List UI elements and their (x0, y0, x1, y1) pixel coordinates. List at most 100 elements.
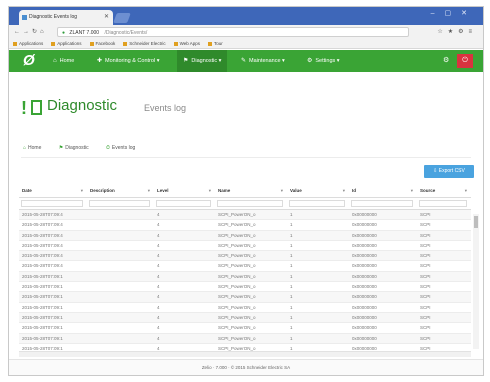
cell-name: SCPI_PowerON_o (218, 232, 256, 238)
cell-date: 2015-05-28T07:09:4 (22, 253, 63, 259)
cell-description (87, 292, 154, 301)
table-row[interactable]: 2015-05-28T07:09:1 4 SCPI_PowerON_o 1 0x0000… (19, 312, 471, 324)
window-controls[interactable]: –▢✕ (431, 9, 477, 17)
table-row[interactable]: 2015-05-28T07:09:4 4 SCPI_PowerON_o 1 0x0000… (19, 261, 471, 272)
table-row[interactable]: 2015-05-28T07:09:4 4 SCPI_PowerON_o 1 0x0000… (19, 220, 471, 231)
document-icon (31, 100, 42, 115)
column-header-source[interactable]: Source ▾ (417, 185, 471, 197)
cell-value: 1 (290, 325, 293, 331)
cell-date: 2015-05-28T07:09:4 (22, 232, 63, 238)
cell-name: SCPI_PowerON_o (218, 273, 256, 279)
app-logo[interactable]: Ø (23, 53, 35, 69)
wrench-icon: ✎ (241, 58, 247, 64)
bookmark-item[interactable]: Facebook (89, 41, 115, 46)
bookmark-item[interactable]: Tour (208, 41, 223, 46)
nav-item-home[interactable]: ⌂ Home (53, 50, 74, 72)
sort-caret-icon[interactable]: ▾ (411, 185, 413, 197)
column-header-id[interactable]: Id ▾ (349, 185, 417, 197)
bookmark-item[interactable]: Applications (13, 41, 43, 46)
table-row[interactable]: 2015-05-28T07:09:1 4 SCPI_PowerON_o 1 0x0000… (19, 323, 471, 334)
table-row[interactable]: 2015-05-28T07:09:4 4 SCPI_PowerON_o 1 0x0000… (19, 210, 471, 221)
filter-input-description[interactable] (89, 200, 150, 207)
column-header-description[interactable]: Description ▾ (87, 185, 154, 197)
cell-id: 0x00000000 (352, 273, 377, 279)
filter-input-value[interactable] (289, 200, 345, 207)
nav-item-monitoring[interactable]: ✚ Monitoring & Control ▾ (97, 50, 159, 72)
power-icon[interactable]: ⏻ (457, 54, 473, 68)
cell-value: 1 (290, 284, 293, 290)
column-header-level[interactable]: Level ▾ (154, 185, 215, 197)
cell-description (87, 261, 154, 270)
nav-item-settings[interactable]: ⚙ Settings ▾ (307, 50, 340, 72)
browser-tab[interactable]: Diagnostic Events log ✕ (19, 10, 113, 25)
breadcrumb-diagnostic[interactable]: ⚑ Diagnostic (59, 145, 97, 151)
address-bar[interactable]: ● ZLANT 7.000 /Diagnostic/Events/ (57, 27, 409, 37)
cell-source: SCPI (420, 335, 431, 341)
sort-caret-icon[interactable]: ▾ (343, 185, 345, 197)
new-tab-button[interactable] (113, 13, 131, 23)
bookmark-item[interactable]: Schneider Electric (123, 41, 166, 46)
table-row[interactable]: 2015-05-28T07:09:4 4 SCPI_PowerON_o 1 0x0000… (19, 251, 471, 262)
nav-item-maintenance[interactable]: ✎ Maintenance ▾ (241, 50, 285, 72)
cell-date: 2015-05-28T07:09:1 (22, 304, 63, 310)
nav-buttons[interactable]: ←→↻⌂ (14, 25, 47, 39)
cell-level: 4 (157, 242, 160, 248)
folder-icon (51, 41, 56, 46)
table-row[interactable]: 2015-05-28T07:09:1 4 SCPI_PowerON_o 1 0x0000… (19, 271, 471, 283)
cell-value: 1 (290, 253, 293, 259)
table-row[interactable]: 2015-05-28T07:09:1 4 SCPI_PowerON_o 1 0x0000… (19, 303, 471, 313)
cell-id: 0x00000000 (352, 294, 377, 300)
column-header-date[interactable]: Date ▾ (19, 185, 87, 197)
sort-caret-icon[interactable]: ▾ (148, 185, 150, 197)
cell-level: 4 (157, 222, 160, 228)
cell-name: SCPI_PowerON_o (218, 242, 256, 248)
cell-source: SCPI (420, 222, 431, 228)
cell-name: SCPI_PowerON_o (218, 212, 256, 217)
column-header-value[interactable]: Value ▾ (287, 185, 349, 197)
cell-source: SCPI (420, 304, 431, 310)
cell-source: SCPI (420, 284, 431, 290)
vertical-scrollbar[interactable] (473, 214, 479, 349)
scrollbar-thumb[interactable] (474, 216, 478, 228)
filter-input-name[interactable] (217, 200, 283, 207)
cell-id: 0x00000000 (352, 314, 377, 320)
close-tab-icon[interactable]: ✕ (104, 10, 109, 25)
cell-source: SCPI (420, 232, 431, 238)
cell-value: 1 (290, 304, 293, 310)
sort-caret-icon[interactable]: ▾ (81, 185, 83, 197)
folder-icon (123, 41, 128, 46)
table-row[interactable]: 2015-05-28T07:09:1 4 SCPI_PowerON_o 1 0x0000… (19, 282, 471, 293)
breadcrumb-events-log[interactable]: ⏱ Events log (106, 145, 143, 151)
cell-value: 1 (290, 212, 293, 217)
filter-input-source[interactable] (419, 200, 467, 207)
table-filter-row (19, 198, 471, 210)
cell-name: SCPI_PowerON_o (218, 335, 256, 341)
gear-icon[interactable]: ⚙ (443, 50, 449, 72)
flag-icon: ⚑ (58, 145, 64, 151)
breadcrumb-home[interactable]: ⌂ Home (23, 145, 49, 151)
table-row[interactable]: 2015-05-28T07:09:1 4 SCPI_PowerON_o 1 0x0000… (19, 333, 471, 344)
table-row[interactable]: 2015-05-28T07:09:4 4 SCPI_PowerON_o 1 0x0000… (19, 241, 471, 252)
cell-id: 0x00000000 (352, 304, 377, 310)
filter-input-id[interactable] (351, 200, 413, 207)
nav-item-diagnostic[interactable]: ⚑ Diagnostic ▾ (177, 50, 228, 72)
bookmark-item[interactable]: Applications (51, 41, 82, 46)
folder-icon (13, 41, 17, 46)
column-header-name[interactable]: Name ▾ (215, 185, 287, 197)
filter-input-level[interactable] (156, 200, 211, 207)
page-title: Diagnostic (47, 97, 118, 114)
sort-caret-icon[interactable]: ▾ (281, 185, 283, 197)
sort-caret-icon[interactable]: ▾ (209, 185, 211, 197)
sort-caret-icon[interactable]: ▾ (465, 185, 467, 197)
table-row[interactable]: 2015-05-28T07:09:4 4 SCPI_PowerON_o 1 0x0000… (19, 230, 471, 241)
cell-date: 2015-05-28T07:09:1 (22, 284, 63, 290)
home-icon: ⌂ (23, 145, 27, 151)
cell-value: 1 (290, 314, 293, 320)
table-row[interactable]: 2015-05-28T07:09:1 4 SCPI_PowerON_o 1 0x0000… (19, 292, 471, 303)
export-csv-button[interactable]: ⇩ Export CSV (424, 165, 474, 178)
bookmark-item[interactable]: Web Apps (173, 41, 200, 46)
cell-date: 2015-05-28T07:09:4 (22, 222, 63, 228)
filter-input-date[interactable] (21, 200, 83, 207)
horizontal-scrollbar[interactable] (19, 351, 471, 357)
toolbar-icons[interactable]: ☆★⚙≡ (437, 25, 477, 39)
